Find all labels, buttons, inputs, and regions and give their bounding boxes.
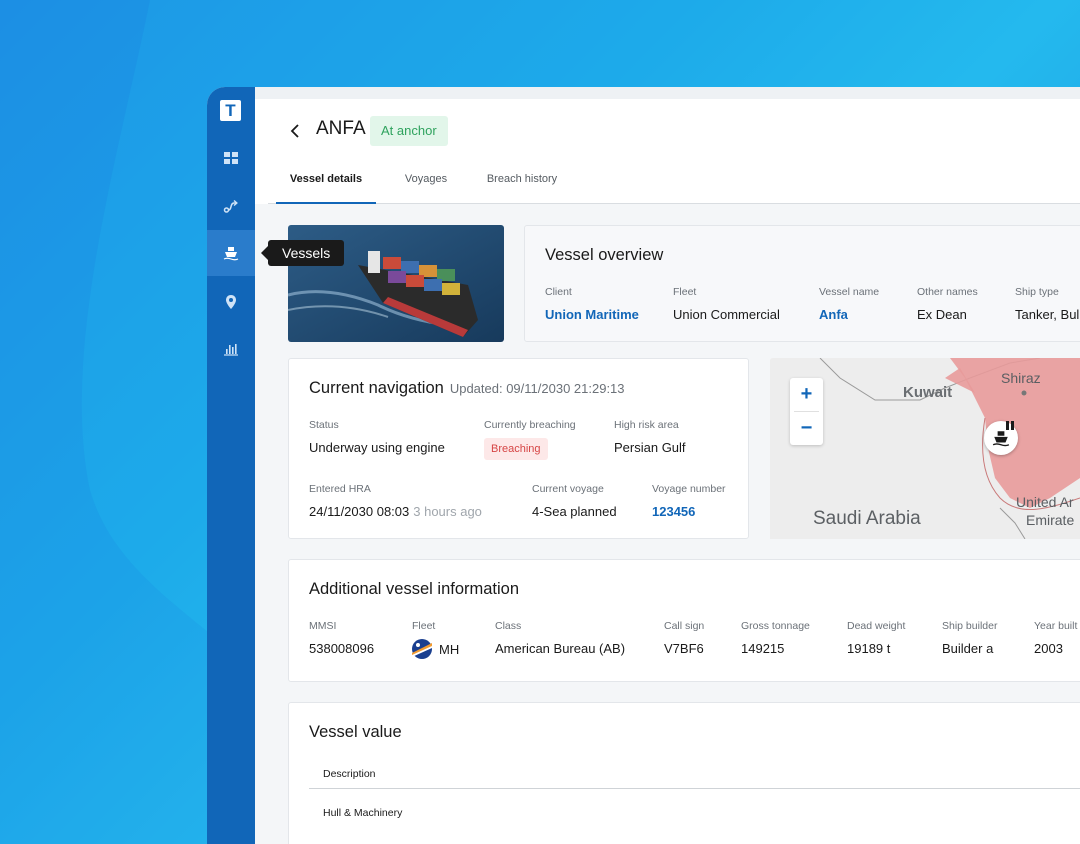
fleet-flag-label: Fleet [412, 620, 436, 632]
vessel-overview-title: Vessel overview [545, 246, 664, 264]
map-label-saudi-arabia: Saudi Arabia [813, 508, 921, 529]
sidebar: T [207, 87, 255, 844]
tab-bar: Vessel details Voyages Breach history [268, 169, 1080, 204]
entered-hra-label: Entered HRA [309, 483, 371, 495]
additional-info-card: Additional vessel information MMSI 53800… [288, 559, 1080, 682]
tab-voyages[interactable]: Voyages [386, 169, 466, 204]
last-updated-text: Updated: 09/11/2030 21:29:13 [449, 381, 625, 396]
main-panel: ANFA At anchor Vessel details Voyages Br… [255, 99, 1080, 844]
map-zoom-control: + − [790, 378, 823, 445]
map-label-uae-line1: United Ar [1016, 494, 1074, 510]
status-value: Underway using engine [309, 440, 445, 455]
ship-builder-label: Ship builder [942, 620, 998, 632]
voyage-number-link[interactable]: 123456 [652, 504, 695, 519]
content-area: Vessel overview Client Union Maritime Fl… [255, 204, 1080, 844]
entered-hra-ago: 3 hours ago [413, 504, 482, 519]
call-sign-label: Call sign [664, 620, 705, 632]
dead-weight-value: 19189 t [847, 641, 891, 656]
high-risk-area-label: High risk area [614, 419, 679, 431]
description-column-header[interactable]: Description [323, 768, 376, 780]
voyage-number-label: Voyage number [652, 483, 726, 495]
client-label: Client [545, 286, 572, 298]
year-built-value: 2003 [1034, 641, 1063, 656]
gross-tonnage-value: 149215 [741, 641, 785, 656]
ship-type-value: Tanker, Bul [1015, 307, 1080, 322]
status-badge: At anchor [370, 116, 448, 146]
tab-breach-history[interactable]: Breach history [476, 169, 568, 204]
mmsi-label: MMSI [309, 620, 337, 632]
vessel-overview-card: Vessel overview Client Union Maritime Fl… [524, 225, 1080, 342]
nav-locations[interactable] [207, 279, 255, 325]
vessel-value-card: Vessel value Description Hull & Machiner… [288, 702, 1080, 844]
map-label-uae-line2: Emirate [1026, 512, 1075, 528]
year-built-label: Year built [1034, 620, 1078, 632]
fleet-label: Fleet [673, 286, 697, 298]
location-pin-icon [226, 295, 236, 309]
class-label: Class [495, 620, 522, 632]
map-label-kuwait: Kuwait [903, 384, 953, 401]
gross-tonnage-label: Gross tonnage [741, 620, 810, 632]
ship-icon [223, 247, 239, 261]
nav-dashboard[interactable] [207, 135, 255, 181]
fleet-flag-value: MH [439, 642, 460, 657]
nav-routes[interactable] [207, 183, 255, 229]
tab-vessel-details[interactable]: Vessel details [276, 169, 376, 204]
page-title: ANFA [316, 118, 366, 139]
client-link[interactable]: Union Maritime [545, 307, 639, 322]
page-header: ANFA At anchor Vessel details Voyages Br… [255, 99, 1080, 204]
nav-vessels[interactable] [207, 230, 255, 276]
ship-icon [992, 431, 1010, 447]
entered-hra-value: 24/11/2030 08:03 3 hours ago [309, 504, 482, 519]
app-window: T ANFA At anchor Vessel details Voyages … [207, 87, 1080, 844]
current-navigation-title: Current navigation Updated: 09/11/2030 21… [309, 379, 625, 398]
zoom-out-button[interactable]: − [790, 412, 823, 445]
call-sign-value: V7BF6 [664, 641, 704, 656]
ship-type-label: Ship type [1015, 286, 1059, 298]
current-navigation-heading: Current navigation [309, 379, 444, 397]
current-voyage-label: Current voyage [532, 483, 604, 495]
currently-breaching-label: Currently breaching [484, 419, 576, 431]
current-voyage-value: 4-Sea planned [532, 504, 617, 519]
ship-builder-value: Builder a [942, 641, 994, 656]
high-risk-area-value: Persian Gulf [614, 440, 686, 455]
back-button[interactable] [287, 119, 303, 143]
entered-hra-date: 24/11/2030 08:03 [309, 504, 410, 519]
status-label: Status [309, 419, 339, 431]
table-row-hull-machinery: Hull & Machinery [323, 807, 403, 819]
routes-icon [223, 199, 238, 213]
current-navigation-card: Current navigation Updated: 09/11/2030 21… [288, 358, 749, 539]
dashboard-icon [224, 152, 238, 164]
vessel-name-link[interactable]: Anfa [819, 307, 848, 322]
other-names-value: Ex Dean [917, 307, 967, 322]
breaching-badge: Breaching [484, 438, 548, 460]
vessel-value-table-header: Description [309, 764, 1080, 789]
vessel-value-title: Vessel value [309, 723, 402, 741]
marshall-islands-flag-icon [412, 639, 432, 659]
map-label-shiraz: Shiraz [1001, 370, 1041, 386]
nav-reports[interactable] [207, 326, 255, 372]
fleet-value: Union Commercial [673, 307, 780, 322]
dead-weight-label: Dead weight [847, 620, 906, 632]
mmsi-value: 538008096 [309, 641, 375, 656]
zoom-in-button[interactable]: + [790, 378, 823, 411]
other-names-label: Other names [917, 286, 978, 298]
additional-info-title: Additional vessel information [309, 580, 520, 598]
vessels-tooltip: Vessels [260, 240, 345, 266]
app-logo: T [220, 100, 241, 121]
class-value: American Bureau (AB) [495, 641, 626, 656]
pause-icon [1006, 417, 1014, 430]
bar-chart-icon [224, 344, 238, 356]
vessel-name-label: Vessel name [819, 286, 880, 298]
vessel-map[interactable]: + − Kuwait Shiraz Saudi Arabia United Ar… [770, 358, 1080, 539]
chevron-left-icon [290, 124, 299, 138]
